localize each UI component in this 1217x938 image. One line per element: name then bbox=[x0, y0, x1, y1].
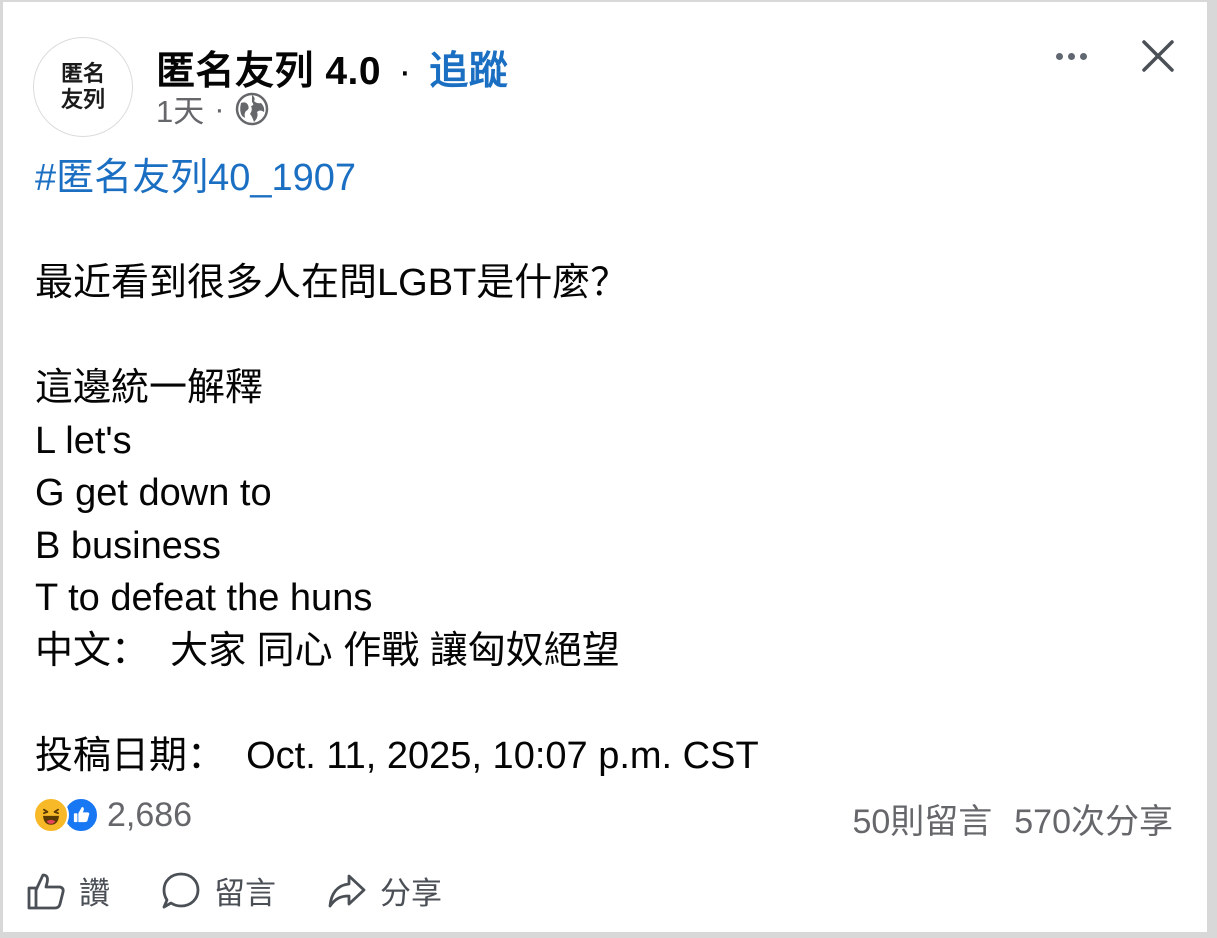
post-text-line: L let's bbox=[35, 419, 132, 462]
post-text-line: 這邊統一解釋 bbox=[35, 367, 264, 409]
follow-button[interactable]: 追蹤 bbox=[429, 50, 508, 93]
haha-reaction-icon bbox=[33, 797, 69, 833]
like-button[interactable]: 讚 bbox=[25, 868, 110, 913]
share-button[interactable]: 分享 bbox=[326, 868, 442, 913]
thumbs-up-icon bbox=[27, 873, 65, 909]
reactions-summary[interactable]: 2,686 bbox=[33, 794, 192, 836]
avatar-text-line2: 友列 bbox=[60, 87, 105, 112]
share-arrow-icon bbox=[328, 874, 366, 907]
close-icon[interactable] bbox=[1138, 36, 1178, 76]
post-meta: 1天 · bbox=[156, 86, 269, 131]
post-text-line: B business bbox=[35, 524, 221, 567]
more-dot bbox=[1079, 52, 1087, 60]
post-text-line: T to defeat the huns bbox=[35, 577, 373, 619]
reaction-count: 2,686 bbox=[107, 795, 193, 834]
comment-count-link[interactable]: 50則留言 bbox=[852, 794, 992, 843]
share-count-link[interactable]: 570次分享 bbox=[1014, 794, 1173, 843]
more-dot bbox=[1055, 52, 1063, 60]
post-timestamp[interactable]: 1天 bbox=[156, 86, 204, 131]
avatar-text-line1: 匿名 bbox=[60, 61, 105, 86]
engagement-stats: 50則留言 570次分享 bbox=[852, 794, 1173, 843]
more-dot bbox=[1067, 52, 1075, 60]
share-label: 分享 bbox=[380, 876, 442, 911]
header-separator: · bbox=[398, 50, 412, 93]
comment-button[interactable]: 留言 bbox=[160, 868, 276, 913]
post-text-line: 最近看到很多人在問LGBT是什麼？ bbox=[35, 262, 629, 304]
page-avatar[interactable]: 匿名 友列 bbox=[33, 37, 133, 137]
post-text-line: 中文： 大家 同心 作戰 讓匈奴絕望 bbox=[35, 629, 620, 672]
post-hashtag[interactable]: #匿名友列40_1907 bbox=[35, 152, 759, 205]
action-bar: 讚 留言 分享 bbox=[25, 868, 492, 913]
globe-icon bbox=[235, 92, 268, 125]
more-options-icon[interactable] bbox=[1049, 38, 1093, 74]
meta-separator: · bbox=[214, 90, 225, 126]
comment-bubble-icon bbox=[162, 872, 200, 908]
comment-label: 留言 bbox=[214, 876, 276, 911]
post-date-line: 投稿日期： Oct. 11, 2025, 10:07 p.m. CST bbox=[35, 734, 759, 777]
post-card: 匿名 友列 匿名友列 4.0 · 追蹤 1天 · #匿名友列40_1907 最近… bbox=[3, 2, 1207, 932]
like-label: 讚 bbox=[79, 876, 110, 911]
post-body: #匿名友列40_1907 最近看到很多人在問LGBT是什麼？ 這邊統一解釋 L … bbox=[35, 152, 759, 782]
post-text-line: G get down to bbox=[35, 472, 272, 514]
